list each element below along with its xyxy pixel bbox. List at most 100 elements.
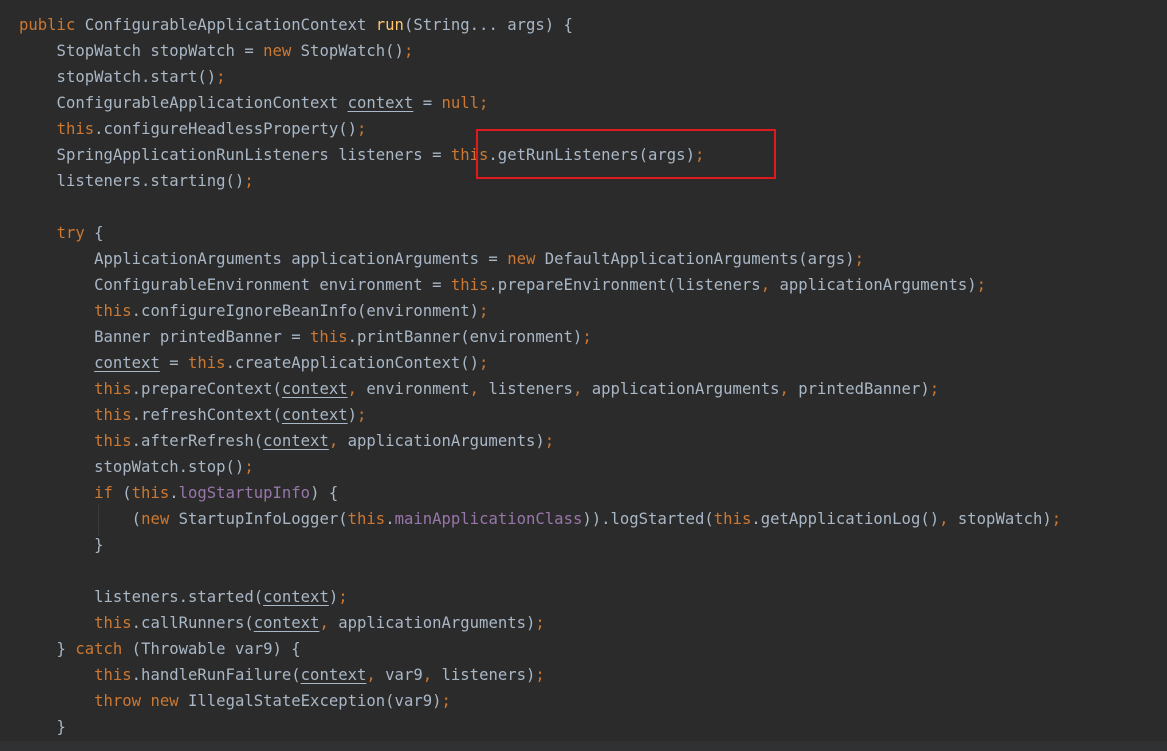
code-token: .configureIgnoreBeanInfo(environment) bbox=[131, 302, 480, 320]
code-token: , bbox=[572, 380, 583, 398]
code-token: StartupInfoLogger( bbox=[169, 510, 348, 528]
code-line[interactable]: ApplicationArguments applicationArgument… bbox=[19, 246, 1061, 272]
code-token: } bbox=[19, 640, 76, 658]
code-token: )).logStarted( bbox=[582, 510, 714, 528]
code-token: ; bbox=[535, 666, 545, 684]
code-line[interactable]: if (this.logStartupInfo) { bbox=[19, 480, 1061, 506]
code-token: new bbox=[141, 510, 170, 528]
code-token: ; bbox=[479, 302, 489, 320]
code-content[interactable]: public ConfigurableApplicationContext ru… bbox=[19, 12, 1061, 740]
code-token: new bbox=[263, 42, 292, 60]
code-token: ; bbox=[338, 588, 348, 606]
code-line[interactable]: this.handleRunFailure(context, var9, lis… bbox=[19, 662, 1061, 688]
code-token: context bbox=[263, 588, 329, 606]
code-token: .afterRefresh( bbox=[131, 432, 264, 450]
code-token: this bbox=[94, 432, 132, 450]
code-line[interactable]: this.prepareContext(context, environment… bbox=[19, 376, 1061, 402]
code-token: ConfigurableEnvironment environment = bbox=[19, 276, 451, 294]
code-token: ; bbox=[357, 120, 367, 138]
code-token: this bbox=[450, 276, 489, 294]
code-token: . bbox=[385, 510, 395, 528]
code-token: this bbox=[94, 380, 132, 398]
code-line[interactable]: listeners.started(context); bbox=[19, 584, 1061, 610]
code-token: ; bbox=[357, 406, 367, 424]
code-token: .refreshContext( bbox=[131, 406, 282, 424]
code-token: mainApplicationClass bbox=[394, 510, 583, 528]
code-token: ; bbox=[244, 172, 254, 190]
code-token: , bbox=[366, 666, 376, 684]
code-token: . bbox=[169, 484, 179, 502]
code-token: ; bbox=[403, 42, 414, 60]
code-token: new bbox=[507, 250, 536, 268]
code-token: .prepareEnvironment(listeners bbox=[488, 276, 761, 294]
code-line[interactable]: throw new IllegalStateException(var9); bbox=[19, 688, 1061, 714]
code-token: { bbox=[84, 224, 104, 242]
code-token: this bbox=[188, 354, 226, 372]
code-token: , bbox=[939, 510, 949, 528]
code-line[interactable]: } bbox=[19, 714, 1061, 740]
code-line[interactable]: this.afterRefresh(context, applicationAr… bbox=[19, 428, 1061, 454]
code-token: .handleRunFailure( bbox=[131, 666, 301, 684]
code-line[interactable]: try { bbox=[19, 220, 1061, 246]
code-line[interactable]: Banner printedBanner = this.printBanner(… bbox=[19, 324, 1061, 350]
code-token: try bbox=[56, 224, 85, 242]
code-line[interactable]: (new StartupInfoLogger( this.mainApplicat… bbox=[19, 506, 1062, 532]
code-line[interactable]: ConfigurableApplicationContext context =… bbox=[19, 90, 1061, 116]
code-token: listeners.starting() bbox=[19, 172, 245, 190]
code-token: .configureHeadlessProperty() bbox=[94, 120, 357, 138]
code-token: null; bbox=[441, 94, 489, 112]
code-token: public bbox=[19, 16, 76, 34]
code-token: .getApplicationLog() bbox=[751, 510, 940, 528]
code-token: context bbox=[94, 354, 160, 372]
code-token: ; bbox=[535, 614, 545, 632]
code-token: stopWatch) bbox=[948, 510, 1052, 528]
code-token: this bbox=[713, 510, 752, 528]
code-line[interactable]: context = this.createApplicationContext(… bbox=[19, 350, 1061, 376]
code-token: applicationArguments bbox=[582, 380, 780, 398]
code-token: this bbox=[94, 614, 132, 632]
code-token: ; bbox=[216, 68, 226, 86]
code-token: ( bbox=[19, 510, 142, 528]
code-token: throw bbox=[94, 692, 142, 710]
code-line[interactable]: } bbox=[19, 532, 1061, 558]
code-token: DefaultApplicationArguments(args) bbox=[535, 250, 855, 268]
code-token: } bbox=[19, 718, 66, 736]
code-token: = bbox=[159, 354, 188, 372]
code-line[interactable]: public ConfigurableApplicationContext ru… bbox=[19, 12, 1061, 38]
code-token: listeners bbox=[479, 380, 573, 398]
code-token: logStartupInfo bbox=[178, 484, 311, 502]
code-token: ; bbox=[976, 276, 987, 294]
code-token: ConfigurableApplicationContext bbox=[19, 94, 348, 112]
code-token: applicationArguments) bbox=[328, 614, 536, 632]
code-line[interactable] bbox=[19, 558, 1061, 584]
code-token: ; bbox=[244, 458, 254, 476]
code-token: .callRunners( bbox=[131, 614, 254, 632]
code-token: listeners.started( bbox=[19, 588, 264, 606]
code-token: context bbox=[263, 432, 329, 450]
code-editor[interactable]: public ConfigurableApplicationContext ru… bbox=[0, 0, 1167, 751]
code-line[interactable]: StopWatch stopWatch = new StopWatch(); bbox=[19, 38, 1061, 64]
code-token: printedBanner) bbox=[788, 380, 930, 398]
code-line[interactable]: this.refreshContext(context); bbox=[19, 402, 1061, 428]
code-token: stopWatch.stop() bbox=[19, 458, 245, 476]
highlight-box bbox=[476, 129, 776, 179]
horizontal-scrollbar[interactable] bbox=[0, 741, 1167, 751]
code-line[interactable]: this.configureIgnoreBeanInfo(environment… bbox=[19, 298, 1061, 324]
code-token: ; bbox=[544, 432, 555, 450]
code-line[interactable]: this.callRunners(context, applicationArg… bbox=[19, 610, 1061, 636]
code-token: stopWatch.start() bbox=[19, 68, 217, 86]
code-line[interactable] bbox=[19, 194, 1061, 220]
code-token: ; bbox=[854, 250, 864, 268]
code-token: environment bbox=[357, 380, 470, 398]
code-token: ) bbox=[347, 406, 357, 424]
code-line[interactable]: stopWatch.stop(); bbox=[19, 454, 1061, 480]
code-line[interactable]: ConfigurableEnvironment environment = th… bbox=[19, 272, 1061, 298]
code-line[interactable]: stopWatch.start(); bbox=[19, 64, 1061, 90]
code-line[interactable]: } catch (Throwable var9) { bbox=[19, 636, 1061, 662]
